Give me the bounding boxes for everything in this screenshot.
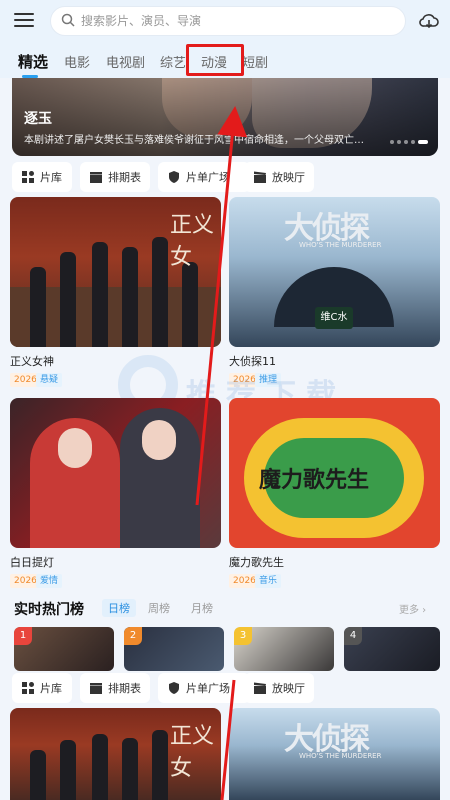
shield-icon: [169, 171, 179, 183]
library-button[interactable]: 片库: [12, 162, 72, 192]
poster-title-text: 正义女: [170, 213, 215, 270]
cloud-download-icon[interactable]: [418, 10, 440, 32]
rank-badge: 2: [124, 627, 142, 645]
banner-description: 本剧讲述了屠户女樊长玉与落难侯爷谢征于风雪中宿命相逢，一个父母双亡…: [24, 135, 364, 146]
poster-subtitle-text: WHO'S THE MURDERER: [299, 241, 382, 249]
hero-banner[interactable]: 逐玉 本剧讲述了屠户女樊长玉与落难侯爷谢征于风雪中宿命相逢，一个父母双亡…: [12, 78, 438, 156]
search-input[interactable]: [81, 11, 381, 31]
video-card[interactable]: 大侦探 WHO'S THE MURDERER: [229, 708, 440, 800]
category-tabs: 精选 电影 电视剧 综艺 动漫 短剧: [0, 44, 450, 78]
sponsor-logo: 维C水: [315, 307, 353, 329]
screening-room-label: 放映厅: [272, 171, 305, 184]
rank-badge: 1: [14, 627, 32, 645]
library-label: 片库: [40, 171, 62, 184]
schedule-label: 排期表: [108, 682, 141, 695]
tab-variety[interactable]: 综艺: [160, 52, 186, 71]
screening-room-button[interactable]: 放映厅: [244, 162, 314, 192]
ranking-item[interactable]: 1: [14, 627, 114, 671]
schedule-button[interactable]: 排期表: [80, 673, 150, 703]
poster-image: 正义女: [10, 197, 221, 347]
card-title: 正义女神: [10, 355, 54, 368]
poster-title-text: 正义女: [170, 724, 215, 781]
top-bar: [0, 0, 450, 44]
video-card[interactable]: 大侦探 WHO'S THE MURDERER 维C水 大侦探11 2026 推理: [229, 197, 440, 389]
ranking-item[interactable]: 3: [234, 627, 334, 671]
menu-icon[interactable]: [14, 13, 34, 29]
shield-icon: [169, 682, 179, 694]
poster-subtitle-text: WHO'S THE MURDERER: [299, 752, 382, 760]
poster-image: 正义女: [10, 708, 221, 800]
video-card[interactable]: 正义女: [10, 708, 221, 800]
ranking-item[interactable]: 4: [344, 627, 440, 671]
tab-monthly[interactable]: 月榜: [191, 600, 213, 616]
poster-image: 大侦探 WHO'S THE MURDERER: [229, 708, 440, 800]
card-title: 白日提灯: [10, 556, 54, 569]
video-card[interactable]: 正义女 正义女神 2026 悬疑: [10, 197, 221, 389]
banner-title: 逐玉: [24, 111, 52, 127]
library-label: 片库: [40, 682, 62, 695]
tab-tv-series[interactable]: 电视剧: [106, 52, 145, 71]
search-icon: [61, 13, 75, 27]
tab-short-drama[interactable]: 短剧: [242, 52, 268, 71]
banner-pagination: [387, 129, 428, 148]
screening-room-label: 放映厅: [272, 682, 305, 695]
schedule-label: 排期表: [108, 171, 141, 184]
clapper-icon: [254, 682, 266, 694]
tab-weekly[interactable]: 周榜: [148, 600, 170, 616]
card-title: 大侦探11: [229, 355, 276, 368]
more-label: 更多: [399, 605, 419, 616]
playlist-square-label: 片单广场: [186, 682, 230, 695]
rank-badge: 4: [344, 627, 362, 645]
search-box[interactable]: [50, 6, 406, 36]
grid-icon: [22, 171, 34, 183]
poster-title-text: 魔力歌先生: [259, 468, 370, 493]
clapper-icon: [90, 683, 102, 694]
tab-daily[interactable]: 日榜: [102, 599, 136, 617]
playlist-square-button[interactable]: 片单广场: [158, 673, 250, 703]
poster-image: 大侦探 WHO'S THE MURDERER 维C水: [229, 197, 440, 347]
clapper-icon: [254, 171, 266, 183]
clapper-icon: [90, 172, 102, 183]
screening-room-button[interactable]: 放映厅: [244, 673, 314, 703]
tab-featured[interactable]: 精选: [18, 51, 48, 72]
genre-tag: 爱情: [36, 574, 63, 588]
schedule-button[interactable]: 排期表: [80, 162, 150, 192]
grid-icon: [22, 682, 34, 694]
tab-anime[interactable]: 动漫: [201, 52, 227, 71]
genre-tag: 悬疑: [36, 373, 63, 387]
video-card[interactable]: 白日提灯 2026 爱情: [10, 398, 221, 590]
playlist-square-button[interactable]: 片单广场: [158, 162, 250, 192]
ranking-item[interactable]: 2: [124, 627, 224, 671]
more-link[interactable]: 更多 ›: [399, 601, 426, 616]
video-card[interactable]: 魔力歌先生 魔力歌先生 2026 音乐: [229, 398, 440, 590]
rank-badge: 3: [234, 627, 252, 645]
library-button[interactable]: 片库: [12, 673, 72, 703]
quick-nav: 片库 排期表 片单广场 放映厅: [12, 162, 438, 192]
card-title: 魔力歌先生: [229, 556, 284, 569]
playlist-square-label: 片单广场: [186, 171, 230, 184]
genre-tag: 音乐: [255, 574, 282, 588]
genre-tag: 推理: [255, 373, 282, 387]
quick-nav-duplicate: 片库 排期表 片单广场 放映厅: [12, 673, 438, 703]
poster-image: 魔力歌先生: [229, 398, 440, 548]
tab-movies[interactable]: 电影: [64, 52, 90, 71]
ranking-title: 实时热门榜: [14, 602, 84, 618]
poster-image: [10, 398, 221, 548]
